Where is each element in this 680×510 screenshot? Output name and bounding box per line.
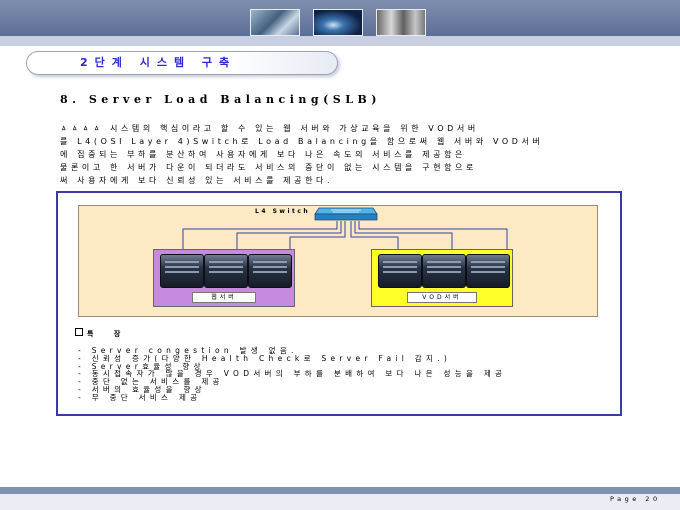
web-server-label: 웹서버 — [192, 292, 256, 303]
vod-server-label: VOD서버 — [407, 292, 477, 303]
l4-switch-icon — [314, 207, 378, 221]
feature-item: - 무 중단 서비스 제공 — [78, 392, 202, 402]
web-server-icon — [160, 254, 204, 288]
vod-server-icon — [422, 254, 466, 288]
web-server-group: 웹서버 — [153, 249, 295, 307]
footer-bar — [0, 487, 680, 494]
features-title: 특 장 — [75, 328, 129, 339]
vod-server-group: VOD서버 — [371, 249, 513, 307]
features-list: - Server congestion 발생 없음. - 신뢰성 증가(다양한 … — [78, 347, 506, 402]
vod-server-icon — [378, 254, 422, 288]
connection-lines — [182, 221, 508, 249]
footer-band — [0, 494, 680, 510]
features-title-text: 특 장 — [87, 330, 130, 338]
switch-label: L4 Switch — [255, 208, 311, 215]
vod-server-icon — [466, 254, 510, 288]
web-server-icon — [204, 254, 248, 288]
bullet-square-icon — [75, 328, 83, 336]
web-server-icon — [248, 254, 292, 288]
page-number: Page 20 — [610, 495, 661, 503]
